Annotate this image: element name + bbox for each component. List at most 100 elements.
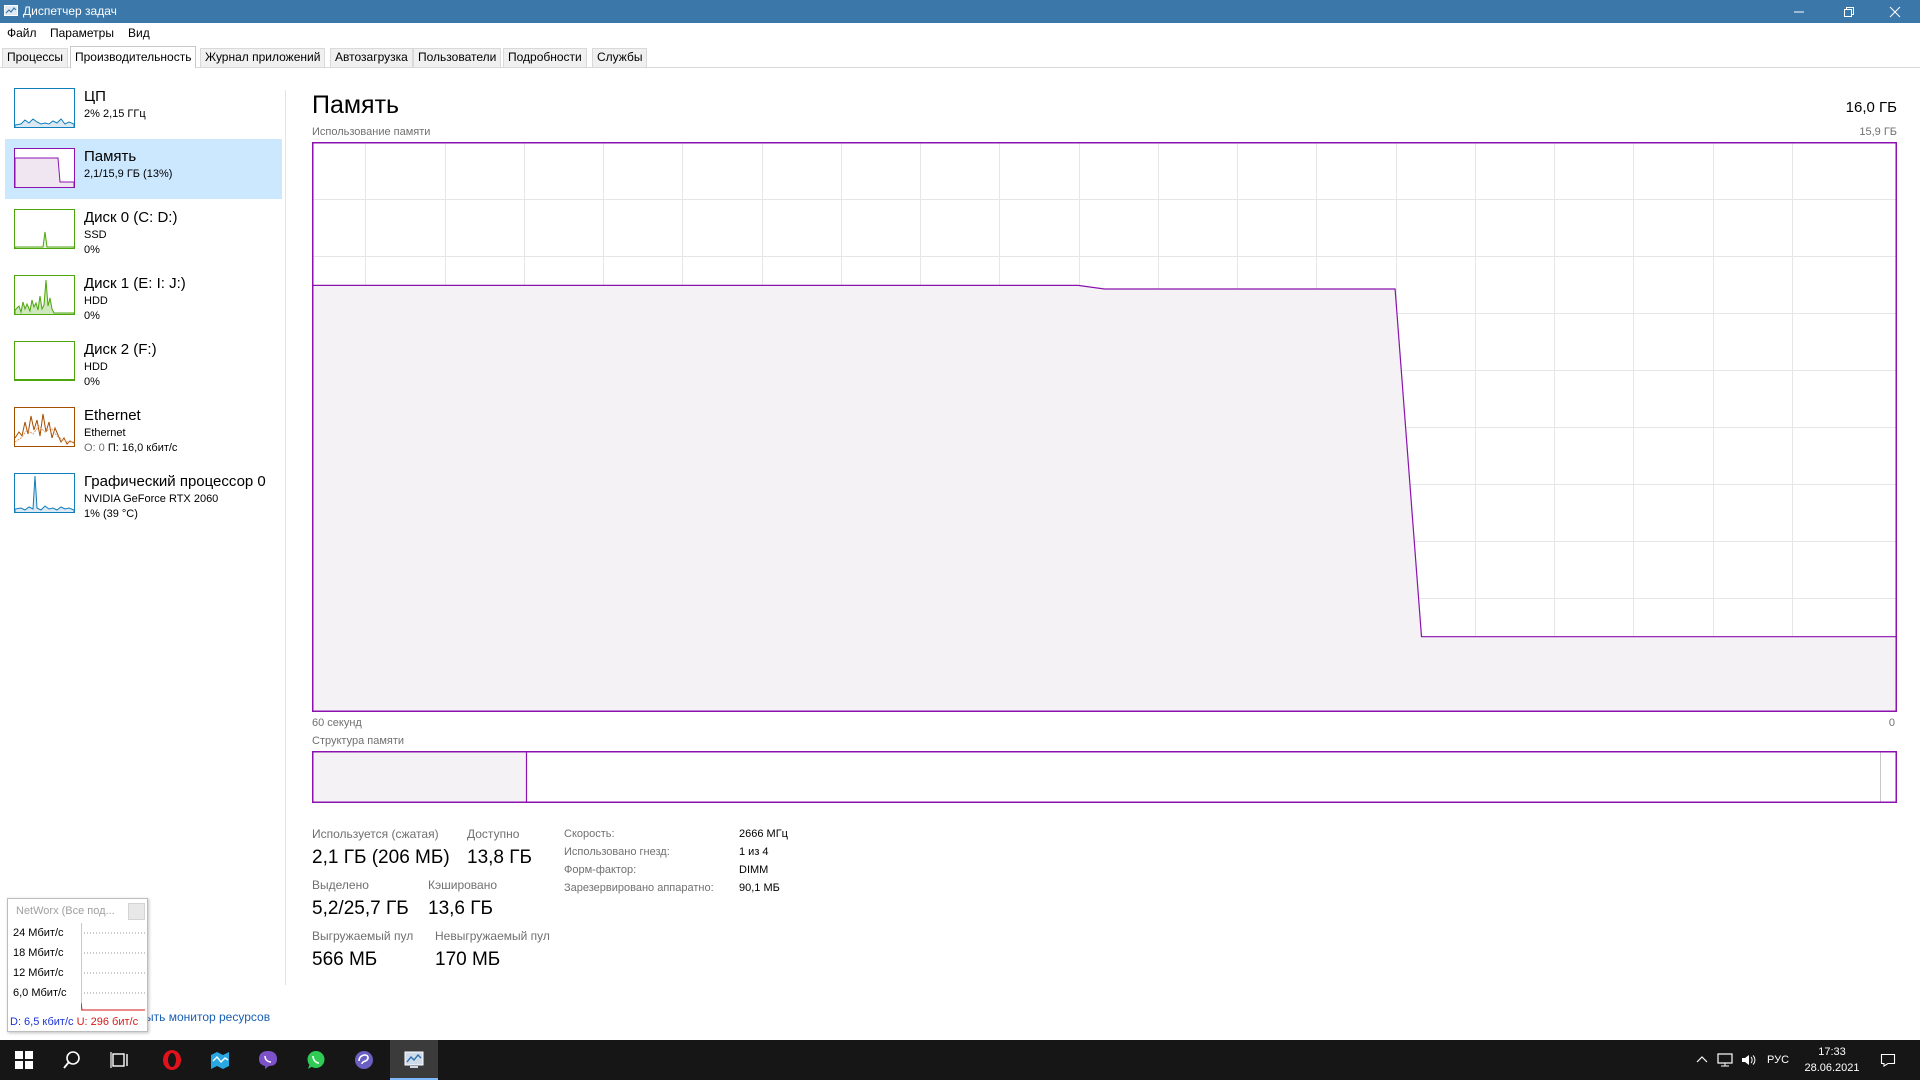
tray-language[interactable]: РУС — [1762, 1040, 1794, 1080]
window-title: Диспетчер задач — [23, 4, 117, 18]
spec-speed-label: Скорость: — [564, 828, 615, 840]
usage-area — [312, 285, 1897, 712]
search-button[interactable] — [48, 1040, 96, 1080]
search-icon — [63, 1051, 80, 1069]
time-axis-left: 60 секунд — [312, 717, 362, 729]
sidebar-item-type: HDD — [84, 295, 108, 307]
viber-app[interactable] — [244, 1040, 292, 1080]
sidebar-item-type: HDD — [84, 361, 108, 373]
title-bar: Диспетчер задач — [0, 0, 1920, 23]
bittorrent-app[interactable] — [340, 1040, 388, 1080]
stat-committed-value: 5,2/25,7 ГБ — [312, 898, 409, 919]
whatsapp-icon — [307, 1051, 325, 1069]
network-icon — [1717, 1053, 1733, 1067]
networx-rates: D: 6,5 кбит/с U: 296 бит/с — [10, 1016, 138, 1029]
taskbar: РУС 17:33 28.06.2021 — [0, 1040, 1920, 1080]
menu-view[interactable]: Вид — [128, 26, 150, 40]
sidebar-item-cpu[interactable]: ЦП 2% 2,15 ГГц — [5, 83, 282, 135]
opera-app[interactable] — [148, 1040, 196, 1080]
memory-structure-graph — [312, 751, 1897, 803]
sidebar-item-detail: 2% 2,15 ГГц — [84, 108, 146, 120]
restore-icon — [1844, 6, 1854, 17]
networx-download-rate: D: 6,5 кбит/с — [10, 1016, 74, 1028]
sidebar-item-ethernet[interactable]: Ethernet Ethernet О: 0 П: 16,0 кбит/с — [5, 401, 282, 461]
spec-slots-label: Использовано гнезд: — [564, 846, 670, 858]
sidebar-item-title: Диск 1 (E: I: J:) — [84, 275, 186, 292]
bittorrent-icon — [355, 1051, 373, 1069]
stat-cached-label: Кэшировано — [428, 878, 498, 892]
sidebar-item-title: Графический процессор 0 — [84, 473, 266, 490]
tab-startup[interactable]: Автозагрузка — [330, 48, 413, 67]
tab-bar: Процессы Производительность Журнал прило… — [0, 46, 1920, 68]
structure-in-use — [312, 751, 526, 803]
tray-volume-button[interactable] — [1738, 1040, 1760, 1080]
disk-2-thumbnail-graph — [14, 341, 75, 381]
notifications-button[interactable] — [1872, 1040, 1904, 1080]
disk-0-thumbnail-graph — [14, 209, 75, 249]
spec-form-factor-value: DIMM — [739, 864, 769, 876]
sidebar-item-title: Ethernet — [84, 407, 141, 424]
task-view-icon — [110, 1052, 128, 1068]
structure-graph-label: Структура памяти — [312, 735, 405, 747]
networx-scale-24: 24 Мбит/с — [13, 927, 64, 939]
sidebar-item-detail: 0% — [84, 244, 100, 256]
tab-details[interactable]: Подробности — [503, 48, 587, 67]
tray-overflow-button[interactable] — [1692, 1040, 1712, 1080]
structure-border — [312, 751, 1897, 803]
usage-graph-label: Использование памяти — [312, 126, 431, 138]
tray-network-button[interactable] — [1714, 1040, 1736, 1080]
total-memory: 16,0 ГБ — [1845, 99, 1897, 116]
task-manager-icon — [404, 1051, 424, 1068]
memory-thumbnail-graph — [14, 148, 75, 188]
sidebar-item-title: ЦП — [84, 88, 106, 105]
sidebar-divider — [285, 90, 286, 985]
close-button[interactable] — [1872, 0, 1918, 23]
sidebar-item-detail: 1% (39 °C) — [84, 508, 138, 520]
networx-widget[interactable]: NetWorx (Все под... 24 Мбит/с 18 Мбит/с … — [7, 898, 148, 1032]
spec-reserved-label: Зарезервировано аппаратно: — [564, 882, 714, 894]
task-manager-app[interactable] — [390, 1040, 438, 1080]
tab-services[interactable]: Службы — [592, 48, 648, 67]
sidebar-item-disk-2[interactable]: Диск 2 (F:) HDD 0% — [5, 335, 282, 395]
minimize-icon — [1794, 11, 1804, 12]
sidebar-item-detail: 0% — [84, 310, 100, 322]
volume-icon — [1742, 1055, 1756, 1065]
sidebar-item-disk-1[interactable]: Диск 1 (E: I: J:) HDD 0% — [5, 269, 282, 329]
task-view-button[interactable] — [96, 1040, 144, 1080]
windows-start-icon — [15, 1051, 33, 1069]
tab-app-history[interactable]: Журнал приложений — [200, 48, 326, 67]
menu-options[interactable]: Параметры — [50, 26, 114, 40]
stat-paged-pool-value: 566 МБ — [312, 949, 378, 970]
disk-1-thumbnail-graph — [14, 275, 75, 315]
windows-start-button[interactable] — [0, 1040, 48, 1080]
stat-committed-label: Выделено — [312, 878, 369, 892]
menu-file[interactable]: Файл — [7, 26, 37, 40]
sidebar-item-type: Ethernet — [84, 427, 126, 439]
tab-processes[interactable]: Процессы — [2, 48, 69, 67]
tab-performance[interactable]: Производительность — [70, 46, 197, 68]
open-resource-monitor-link[interactable]: ыть монитор ресурсов — [145, 1010, 270, 1024]
tab-users[interactable]: Пользователи — [413, 48, 502, 67]
clock-date: 28.06.2021 — [1804, 1062, 1860, 1074]
spec-speed-value: 2666 МГц — [739, 828, 788, 840]
networx-scale-6: 6,0 Мбит/с — [13, 987, 67, 999]
task-manager-app-icon — [4, 5, 18, 16]
maps-app[interactable] — [196, 1040, 244, 1080]
stat-nonpaged-pool-value: 170 МБ — [435, 949, 501, 970]
sidebar-item-title: Память — [84, 148, 137, 165]
spec-form-factor-label: Форм-фактор: — [564, 864, 637, 876]
minimize-button[interactable] — [1776, 0, 1822, 23]
networx-upload-rate: U: 296 бит/с — [76, 1016, 139, 1028]
networx-close-button[interactable] — [128, 903, 145, 920]
usage-graph-max: 15,9 ГБ — [1859, 126, 1897, 138]
stat-paged-pool-label: Выгружаемый пул — [312, 929, 414, 943]
restore-button[interactable] — [1826, 0, 1872, 23]
sidebar-item-detail: О: 0 П: 16,0 кбит/с — [84, 442, 177, 455]
whatsapp-app[interactable] — [292, 1040, 340, 1080]
time-axis-right: 0 — [1888, 717, 1895, 729]
sidebar-item-type: SSD — [84, 229, 107, 241]
sidebar-item-disk-0[interactable]: Диск 0 (C: D:) SSD 0% — [5, 203, 282, 263]
taskbar-clock[interactable]: 17:33 28.06.2021 — [1796, 1044, 1868, 1076]
sidebar-item-gpu[interactable]: Графический процессор 0 NVIDIA GeForce R… — [5, 467, 282, 527]
sidebar-item-memory[interactable]: Память 2,1/15,9 ГБ (13%) — [5, 139, 282, 199]
